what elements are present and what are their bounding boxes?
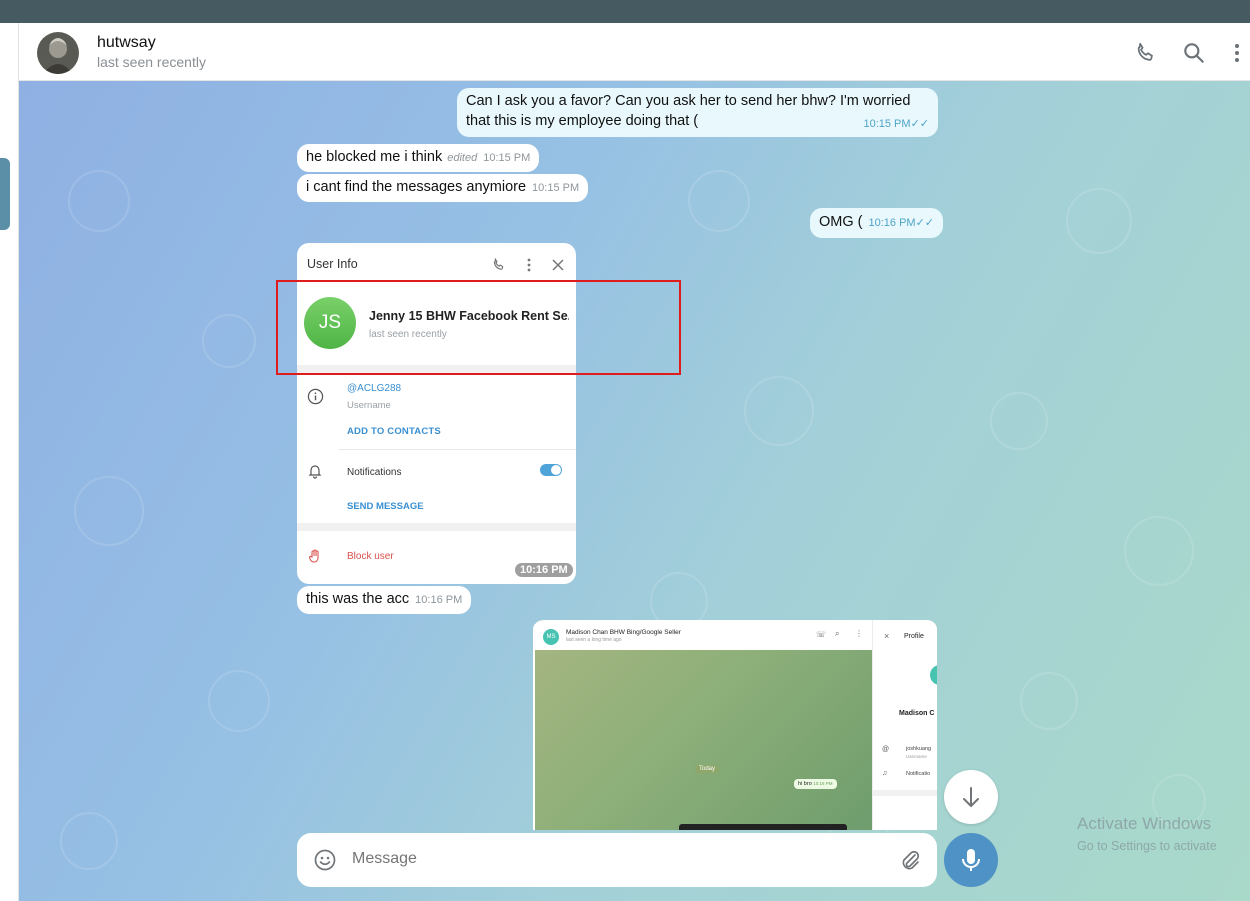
arrow-down-icon <box>963 787 979 807</box>
notifications-label: Notifications <box>347 467 402 478</box>
message-out-favor[interactable]: Can I ask you a favor? Can you ask her t… <box>457 88 938 137</box>
scroll-down-button[interactable] <box>944 770 998 824</box>
message-time: 10:16 PM <box>415 594 463 606</box>
message-time: 10:15 PM <box>532 182 580 194</box>
at-icon: @ <box>882 746 890 753</box>
avatar[interactable] <box>37 32 79 74</box>
chat-area[interactable]: Can I ask you a favor? Can you ask her t… <box>19 81 1250 901</box>
screenshot-profile-panel: × Profile Madison C @ joshkuang Username… <box>872 620 937 830</box>
chat-status: last seen recently <box>97 54 206 70</box>
phone-icon <box>491 257 507 273</box>
divider <box>297 523 576 531</box>
screenshot-chat-area: Today hi bro 10:16 PM <box>535 650 872 830</box>
voice-record-button[interactable] <box>944 833 998 887</box>
message-text: i cant find the messages anymiore <box>306 179 527 195</box>
bell-icon: ♫ <box>882 770 888 777</box>
window-top-bar <box>0 0 1250 23</box>
close-icon <box>550 257 566 273</box>
hand-block-icon <box>307 548 323 564</box>
profile-username: joshkuang <box>906 746 932 752</box>
divider <box>873 790 937 796</box>
bell-icon <box>307 463 323 479</box>
message-text: this was the acc <box>306 591 410 607</box>
message-composer <box>297 833 937 887</box>
search-icon[interactable] <box>1181 40 1207 66</box>
nested-screenshot <box>679 824 847 830</box>
more-vertical-icon: ⋮ <box>855 629 863 638</box>
user-info-title: User Info <box>307 257 358 271</box>
avatar: MS <box>543 629 559 645</box>
block-user-link: Block user <box>347 551 394 562</box>
left-sidebar-strip <box>0 23 19 901</box>
message-in-this-was-the-acc[interactable]: this was the acc 10:16 PM <box>297 586 472 614</box>
divider <box>339 449 576 450</box>
more-vertical-icon[interactable] <box>1229 40 1245 66</box>
profile-name: Madison C <box>899 710 935 717</box>
chat-name: Madison Chan BHW Bing/Google Seller <box>566 629 681 636</box>
username-value: @ACLG288 <box>347 383 402 394</box>
message-time: 10:16 PM <box>515 563 573 577</box>
user-info-header: User Info <box>297 243 576 285</box>
chat-title[interactable]: hutwsay <box>97 34 156 52</box>
activate-windows-title: Activate Windows <box>1077 814 1212 833</box>
username-label: Username <box>347 400 391 411</box>
double-check-icon: ✓✓ <box>915 217 935 229</box>
search-icon: ⌕ <box>835 629 840 638</box>
red-highlight-box <box>276 280 681 375</box>
message-text: OMG ( <box>819 214 863 230</box>
message-in-blocked[interactable]: he blocked me i think edited 10:15 PM <box>297 144 540 172</box>
message-out-omg[interactable]: OMG ( 10:16 PM✓✓ <box>810 208 944 238</box>
chat-status: last seen a long time ago <box>566 637 622 643</box>
message-text: he blocked me i think <box>306 149 443 165</box>
phone-icon[interactable] <box>1133 40 1159 66</box>
sidebar-tab[interactable] <box>0 158 10 230</box>
attach-icon[interactable] <box>898 848 922 872</box>
screenshot-message: hi bro 10:16 PM <box>794 779 837 789</box>
profile-username-label: Username <box>906 754 927 759</box>
message-text-line2: that this is my employee doing that ( <box>466 113 699 129</box>
message-in-cant-find[interactable]: i cant find the messages anymiore 10:15 P… <box>297 174 589 202</box>
chat-header: hutwsay last seen recently <box>19 23 1250 81</box>
message-time: 10:16 PM <box>868 217 916 229</box>
add-to-contacts-link: ADD TO CONTACTS <box>347 426 441 437</box>
activate-windows-subtitle: Go to Settings to activate <box>1077 839 1217 853</box>
avatar <box>930 665 937 685</box>
message-time: 10:15 PM <box>863 118 911 130</box>
microphone-icon <box>962 849 980 871</box>
screenshot-message-time: 10:16 PM <box>813 781 833 786</box>
message-text: Can I ask you a favor? Can you ask her t… <box>466 93 911 109</box>
emoji-icon[interactable] <box>313 848 337 872</box>
profile-notifications: Notificatio <box>906 771 931 777</box>
date-separator: Today <box>695 765 720 773</box>
info-icon <box>307 388 324 405</box>
screenshot-message-text: hi bro <box>798 781 812 787</box>
message-input[interactable] <box>352 850 872 868</box>
phone-icon: ☏ <box>816 630 827 639</box>
close-icon: × <box>884 631 890 641</box>
message-time: 10:15 PM <box>483 152 531 164</box>
send-message-link: SEND MESSAGE <box>347 501 424 512</box>
profile-title: Profile <box>904 633 924 640</box>
screenshot-madison-chat[interactable]: MS Madison Chan BHW Bing/Google Seller l… <box>533 620 937 830</box>
more-vertical-icon <box>521 257 537 273</box>
double-check-icon: ✓✓ <box>910 118 929 130</box>
notifications-toggle <box>540 464 562 476</box>
edited-label: edited <box>447 152 478 164</box>
